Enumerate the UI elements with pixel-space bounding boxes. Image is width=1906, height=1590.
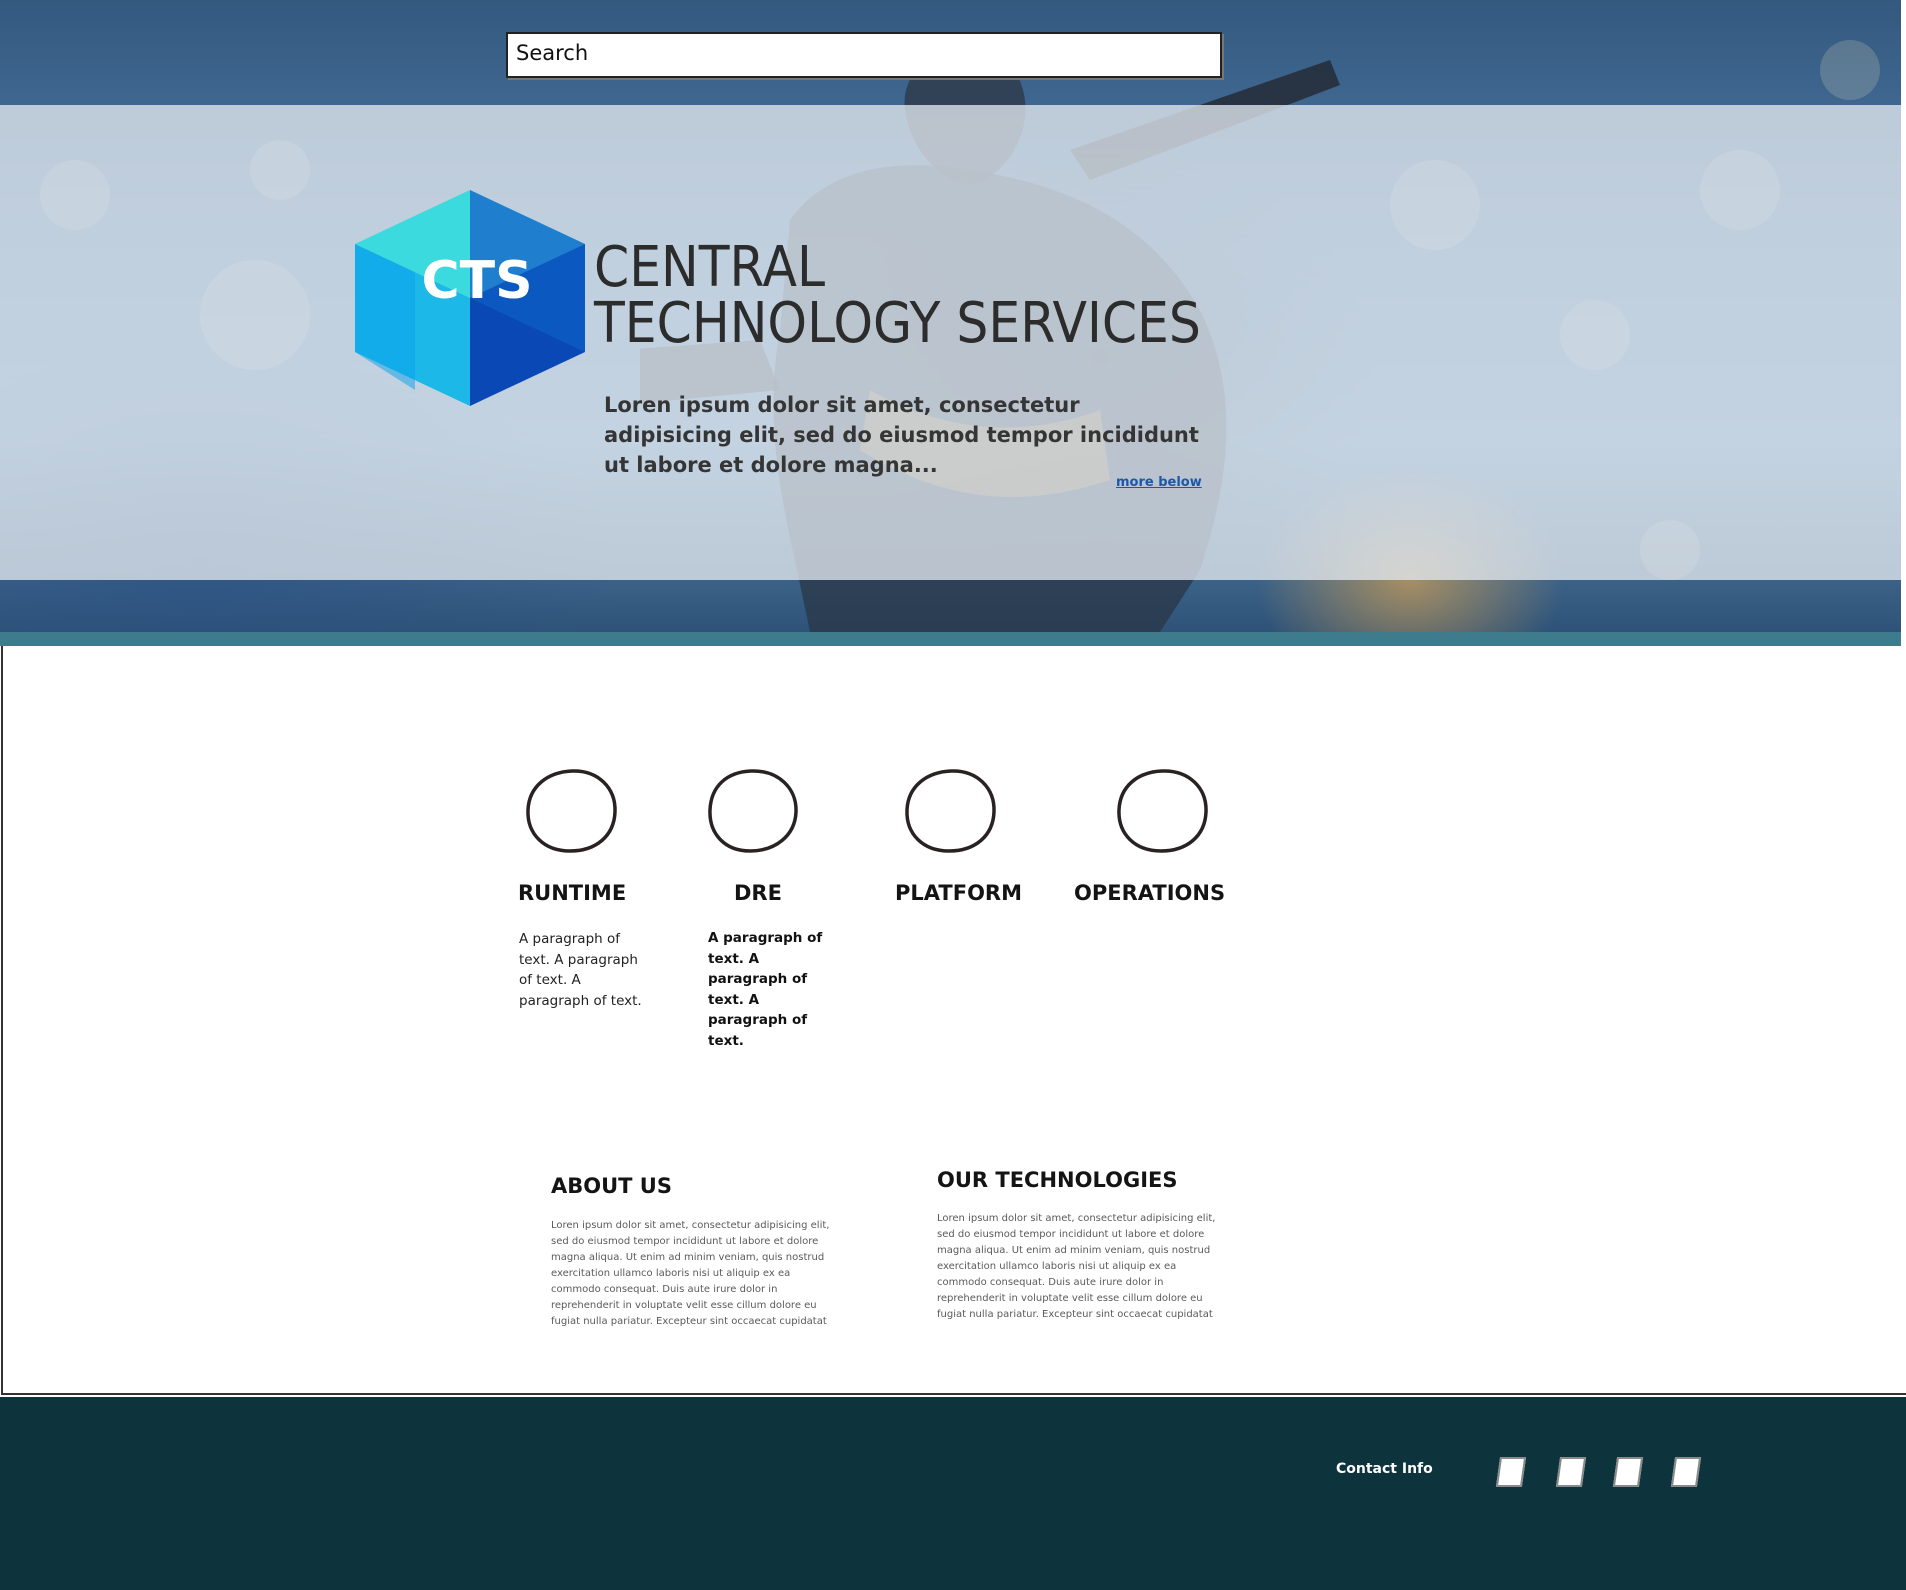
technologies-title: OUR TECHNOLOGIES xyxy=(937,1168,1178,1192)
social-icon-1[interactable] xyxy=(1495,1457,1527,1487)
contact-info-link[interactable]: Contact Info xyxy=(1336,1461,1433,1477)
brand-line-1: CENTRAL xyxy=(594,235,826,300)
brand-name: CENTRAL TECHNOLOGY SERVICES xyxy=(594,240,1201,352)
bokeh-light xyxy=(1820,40,1880,100)
hero-divider xyxy=(0,632,1901,646)
cts-cube-logo-icon: CTS xyxy=(355,190,585,406)
hero-tagline: Loren ipsum dolor sit amet, consectetur … xyxy=(604,393,1199,477)
footer: Contact Info xyxy=(0,1397,1906,1590)
search-placeholder: Search xyxy=(516,41,589,65)
brand-line-2: TECHNOLOGY SERVICES xyxy=(594,291,1201,356)
hero-banner: Search CTS CENTRAL TECHNOLOGY SERVICES L… xyxy=(0,0,1901,632)
more-below-link[interactable]: more below xyxy=(1116,475,1202,490)
platform-circle-icon xyxy=(905,769,996,853)
about-us-title: ABOUT US xyxy=(551,1174,672,1198)
about-us-text: Loren ipsum dolor sit amet, consectetur … xyxy=(551,1220,830,1327)
dre-circle-icon xyxy=(708,769,798,853)
service-title-operations: OPERATIONS xyxy=(1074,881,1226,905)
social-icon-2[interactable] xyxy=(1555,1457,1587,1487)
logo-letters: CTS xyxy=(421,251,532,311)
service-text-dre: A paragraph of text. A paragraph of text… xyxy=(708,930,823,1049)
service-title-platform: PLATFORM xyxy=(895,881,1022,905)
service-title-runtime: RUNTIME xyxy=(518,881,627,905)
technologies-text: Loren ipsum dolor sit amet, consectetur … xyxy=(937,1213,1216,1320)
operations-circle-icon xyxy=(1117,769,1208,853)
service-text-runtime: A paragraph of text. A paragraph of text… xyxy=(519,931,642,1009)
search-input[interactable]: Search xyxy=(506,32,1222,78)
social-icon-4[interactable] xyxy=(1670,1457,1702,1487)
service-title-dre: DRE xyxy=(734,881,782,905)
social-icon-3[interactable] xyxy=(1612,1457,1644,1487)
main-content: RUNTIME A paragraph of text. A paragraph… xyxy=(1,646,1906,1395)
runtime-circle-icon xyxy=(526,769,617,853)
